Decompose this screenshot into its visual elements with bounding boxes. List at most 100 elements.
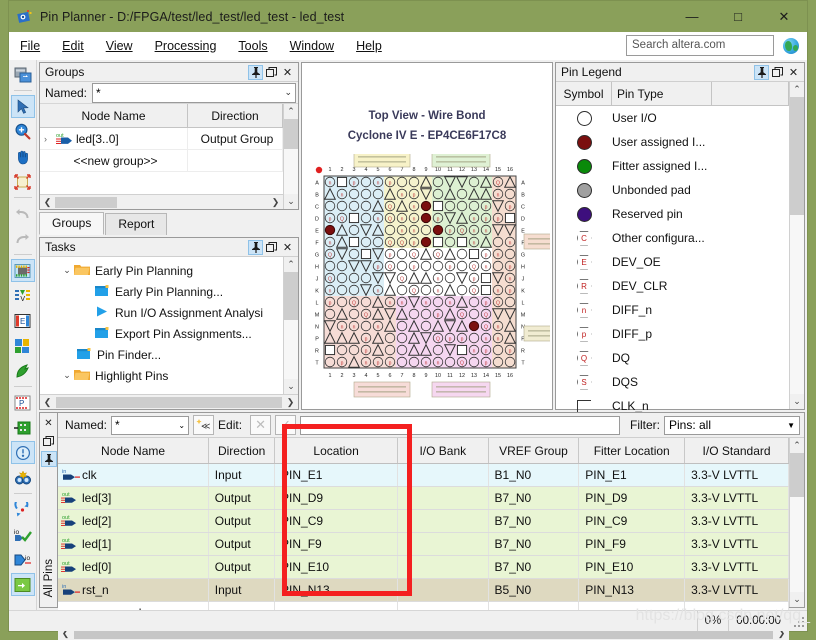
bank-view-icon[interactable] — [11, 334, 35, 357]
pad-view-icon[interactable]: V — [11, 284, 35, 307]
package-pin[interactable] — [421, 237, 430, 246]
legend-close-button[interactable]: ✕ — [786, 65, 801, 80]
package-pin[interactable] — [421, 201, 430, 210]
pins-cell-node-name[interactable]: inrst_n — [58, 579, 209, 601]
legend-row[interactable]: QDQ — [556, 346, 789, 370]
pins-cell-iostd[interactable]: 3.3-V LVTTL — [685, 510, 789, 532]
pins-cell-fitter[interactable]: PIN_F9 — [579, 533, 685, 555]
fit-in-window-icon[interactable] — [11, 170, 35, 193]
pins-col-i-o-standard[interactable]: I/O Standard — [685, 438, 789, 463]
edge-view-icon[interactable]: P — [11, 391, 35, 414]
pins-cell-vref[interactable]: B7_N0 — [489, 487, 580, 509]
pins-cell-node-name[interactable]: inclk — [58, 464, 209, 486]
package-view-icon[interactable] — [11, 259, 35, 282]
pins-cell-location[interactable]: PIN_C9 — [275, 510, 398, 532]
maximize-button[interactable]: □ — [715, 1, 761, 32]
package-pin[interactable] — [457, 345, 466, 354]
groups-vscroll-thumb[interactable] — [284, 119, 298, 149]
undo-icon[interactable] — [11, 202, 35, 225]
menu-item-tools[interactable]: Tools — [227, 35, 278, 57]
pins-cell-dir[interactable]: Input — [209, 464, 275, 486]
groups-vscrollbar[interactable]: ⌃ ⌄ — [283, 104, 298, 209]
legend-vscroll-up[interactable]: ⌃ — [790, 82, 804, 97]
tasks-vscroll-up[interactable]: ⌃ — [284, 257, 298, 272]
pins-cell-dir[interactable]: Output — [209, 533, 275, 555]
pan-hand-icon[interactable] — [11, 145, 35, 168]
table-row[interactable]: inclkInputPIN_E1B1_N0PIN_E13.3-V LVTTL — [58, 464, 789, 487]
groups-hscroll-left[interactable]: ❮ — [40, 197, 55, 208]
tasks-hscroll-thumb[interactable] — [56, 397, 282, 408]
select-arrow-icon[interactable] — [11, 95, 35, 118]
pins-vscrollbar[interactable]: ⌃ ⌄ — [789, 438, 804, 607]
tab-report[interactable]: Report — [105, 213, 167, 235]
groups-row-expander[interactable]: › — [44, 134, 56, 144]
pins-cell-dir[interactable]: Output — [209, 487, 275, 509]
resize-grip-icon[interactable] — [792, 615, 804, 627]
zoom-in-icon[interactable] — [11, 120, 35, 143]
legend-row[interactable]: pDIFF_p — [556, 322, 789, 346]
legend-row[interactable]: SDQS — [556, 370, 789, 394]
pins-col-i-o-bank[interactable]: I/O Bank — [398, 438, 489, 463]
groups-vscroll-down[interactable]: ⌄ — [284, 194, 298, 209]
pins-cell-location[interactable]: PIN_E1 — [275, 464, 398, 486]
pins-cell-fitter[interactable]: PIN_N13 — [579, 579, 685, 601]
groups-hscroll-right[interactable]: ❯ — [268, 197, 283, 208]
package-pin[interactable] — [433, 225, 442, 234]
pins-cell-bank[interactable] — [398, 510, 489, 532]
package-pin[interactable] — [469, 321, 478, 330]
device-properties-icon[interactable] — [11, 441, 35, 464]
tasks-vscrollbar[interactable]: ⌃ ⌄ — [283, 257, 298, 394]
node-finder-icon[interactable]: ≪ — [193, 415, 214, 435]
pins-col-node-name[interactable]: Node Name — [58, 438, 209, 463]
tasks-item-early-pin-planning-dialog[interactable]: Early Pin Planning... — [40, 281, 283, 302]
tasks-item-early-pin-planning-folder[interactable]: ⌄ Early Pin Planning — [40, 260, 283, 281]
pins-edit-input[interactable] — [300, 416, 620, 435]
pins-cell-fitter[interactable]: PIN_E1 — [579, 464, 685, 486]
pins-cell-location[interactable]: PIN_D9 — [275, 487, 398, 509]
legend-vscrollbar[interactable]: ⌃ ⌄ — [789, 82, 804, 409]
legend-pin-button[interactable] — [754, 65, 769, 80]
io-assignment-check-icon[interactable]: io — [11, 523, 35, 546]
menu-item-file[interactable]: File — [9, 35, 51, 57]
pins-cell-iostd[interactable]: 3.3-V LVTTL — [685, 533, 789, 555]
groups-close-button[interactable]: ✕ — [280, 65, 295, 80]
tasks-item-highlight-pins-folder[interactable]: ⌄ Highlight Pins — [40, 365, 283, 386]
pins-cell-bank[interactable] — [398, 464, 489, 486]
pins-cell-vref[interactable]: B5_N0 — [489, 579, 580, 601]
twisty-icon[interactable]: ⌄ — [60, 265, 74, 276]
package-diagram[interactable]: npnpQnnpnQnpppQnQnnpnppnnpQnnnQQpnnQpQQp… — [304, 154, 550, 404]
pins-cell-iostd[interactable]: 3.3-V LVTTL — [685, 579, 789, 601]
pins-col-direction[interactable]: Direction — [209, 438, 275, 463]
io-feature-icon[interactable]: io — [11, 548, 35, 571]
menu-item-window[interactable]: Window — [279, 35, 345, 57]
io-standard-icon[interactable] — [11, 359, 35, 382]
all-pins-float-button[interactable] — [41, 433, 57, 449]
tasks-pin-button[interactable] — [248, 240, 263, 255]
groups-pin-button[interactable] — [248, 65, 263, 80]
tasks-vscroll-down[interactable]: ⌄ — [284, 379, 298, 394]
legend-row[interactable]: RDEV_CLR — [556, 274, 789, 298]
groups-col-direction[interactable]: Direction — [188, 104, 283, 127]
package-pin[interactable] — [349, 213, 358, 222]
pins-cell-location[interactable]: PIN_E10 — [275, 556, 398, 578]
tasks-item-pin-finder[interactable]: Pin Finder... — [40, 344, 283, 365]
pins-cell-node-name[interactable]: outled[3] — [58, 487, 209, 509]
pins-cell-bank[interactable] — [398, 579, 489, 601]
search-input[interactable]: Search altera.com — [626, 35, 774, 56]
groups-col-node-name[interactable]: Node Name — [40, 104, 188, 127]
pins-cell-vref[interactable]: B7_N0 — [489, 556, 580, 578]
minimize-button[interactable]: — — [669, 1, 715, 32]
legend-float-button[interactable] — [770, 65, 785, 80]
pins-cell-vref[interactable]: B7_N0 — [489, 533, 580, 555]
package-pin[interactable] — [337, 177, 346, 186]
pins-cell-node-name[interactable]: outled[0] — [58, 556, 209, 578]
pins-edit-cancel-button[interactable]: ✕ — [250, 415, 271, 435]
chip-pin-grid[interactable]: npnpQnnpnQnpppQnQnnpnppnnpQnnnQQpnnQpQQp… — [304, 154, 550, 407]
pins-named-combo[interactable]: * ⌄ — [111, 416, 189, 435]
tasks-hscroll-left[interactable]: ❮ — [40, 397, 55, 408]
groups-row-led[interactable]: › out led[3..0] — [40, 128, 283, 150]
package-pin[interactable] — [481, 273, 490, 282]
pins-cell-dir[interactable]: Output — [209, 556, 275, 578]
package-pin[interactable] — [433, 201, 442, 210]
menu-item-view[interactable]: View — [95, 35, 144, 57]
